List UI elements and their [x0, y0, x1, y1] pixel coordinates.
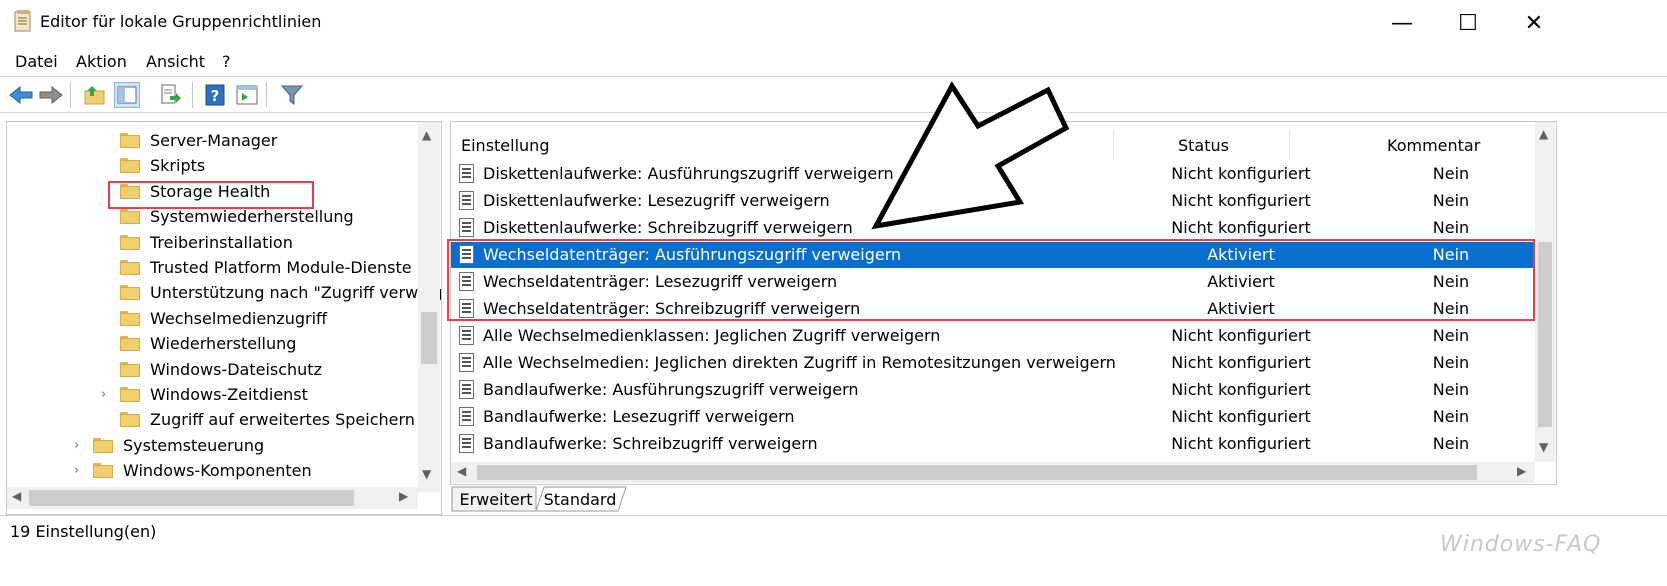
- help-icon[interactable]: ?: [202, 82, 228, 108]
- chevron-right-icon[interactable]: ›: [74, 463, 79, 478]
- view-tabs: Erweitert Standard: [450, 486, 1555, 512]
- policy-setting-icon: [459, 434, 474, 453]
- tree-vertical-scroll-thumb[interactable]: [421, 312, 437, 364]
- tree-item[interactable]: Zugriff auf erweitertes Speichern: [120, 407, 415, 431]
- annotation-arrow-icon: [871, 81, 1070, 230]
- menu-divider: [0, 76, 1667, 77]
- scroll-left-icon[interactable]: ◀: [12, 489, 21, 503]
- app-icon: [14, 10, 31, 32]
- folder-icon: [120, 386, 140, 402]
- scroll-right-icon[interactable]: ▶: [1517, 464, 1526, 478]
- list-vertical-scroll-thumb[interactable]: [1538, 242, 1552, 427]
- column-header-setting[interactable]: Einstellung: [461, 136, 549, 155]
- tree-item[interactable]: Trusted Platform Module-Dienste: [120, 255, 412, 279]
- folder-icon: [120, 259, 140, 275]
- tree-item[interactable]: Windows-Dateischutz: [120, 357, 322, 381]
- folder-icon: [120, 132, 140, 148]
- back-arrow-icon[interactable]: [8, 82, 34, 108]
- close-button[interactable]: ✕: [1499, 0, 1569, 46]
- tree-item[interactable]: Systemsteuerung: [93, 433, 264, 457]
- tree-item[interactable]: Windows-Komponenten: [93, 458, 312, 482]
- tab-erweitert[interactable]: Erweitert: [456, 486, 536, 512]
- toolbar-divider: [70, 82, 71, 108]
- selection-highlight-box: [447, 239, 1535, 321]
- folder-icon: [120, 361, 140, 377]
- policy-setting-icon: [459, 380, 474, 399]
- tab-standard[interactable]: Standard: [540, 486, 620, 512]
- tree-vertical-scrollbar[interactable]: [418, 122, 440, 492]
- up-folder-icon[interactable]: [82, 82, 108, 108]
- table-row[interactable]: Bandlaufwerke: Lesezugriff verweigern Nic…: [451, 404, 1535, 430]
- window-title: Editor für lokale Gruppenrichtlinien: [40, 12, 322, 31]
- selection-highlight-box: [108, 181, 314, 209]
- folder-icon: [120, 234, 140, 250]
- table-row[interactable]: Alle Wechselmedien: Jeglichen direkten Z…: [451, 350, 1535, 376]
- forward-arrow-icon[interactable]: [38, 82, 64, 108]
- policy-setting-icon: [459, 164, 474, 183]
- menu-datei[interactable]: Datei: [15, 52, 58, 71]
- table-row[interactable]: Bandlaufwerke: Schreibzugriff verweigern…: [451, 431, 1535, 457]
- folder-icon: [120, 335, 140, 351]
- maximize-button[interactable]: ☐: [1433, 0, 1503, 46]
- show-hide-tree-icon[interactable]: [114, 82, 140, 108]
- column-header-status[interactable]: Status: [1178, 136, 1229, 155]
- table-row[interactable]: Bandlaufwerke: Ausführungszugriff verwei…: [451, 377, 1535, 403]
- menu-ansicht[interactable]: Ansicht: [146, 52, 205, 71]
- scroll-up-icon[interactable]: ▲: [422, 128, 431, 142]
- scroll-right-icon[interactable]: ▶: [399, 489, 408, 503]
- status-divider: [0, 515, 1667, 516]
- scroll-down-icon[interactable]: ▼: [1539, 440, 1548, 454]
- chevron-right-icon[interactable]: ›: [74, 438, 79, 453]
- extended-view-icon[interactable]: [234, 82, 260, 108]
- toolbar-divider: [266, 82, 267, 108]
- scroll-down-icon[interactable]: ▼: [422, 467, 431, 481]
- tree-item[interactable]: Server-Manager: [120, 128, 277, 152]
- tree-item[interactable]: Wiederherstellung: [120, 331, 296, 355]
- tree-item[interactable]: Treiberinstallation: [120, 230, 293, 254]
- tree-horizontal-scroll-thumb[interactable]: [29, 490, 354, 506]
- minimize-button[interactable]: —: [1367, 0, 1437, 46]
- folder-icon: [120, 208, 140, 224]
- tree-item[interactable]: Skripts: [120, 153, 205, 177]
- list-horizontal-scroll-thumb[interactable]: [477, 465, 1477, 480]
- export-list-icon[interactable]: [158, 82, 184, 108]
- toolbar-bottom-divider: [0, 112, 1667, 113]
- tree-item[interactable]: Windows-Zeitdienst: [120, 382, 308, 406]
- column-divider[interactable]: [1113, 130, 1114, 160]
- table-row[interactable]: Alle Wechselmedienklassen: Jeglichen Zug…: [451, 323, 1535, 349]
- folder-icon: [120, 284, 140, 300]
- watermark: Windows-FAQ: [1440, 532, 1602, 557]
- chevron-right-icon[interactable]: ›: [101, 387, 106, 402]
- folder-icon: [93, 462, 113, 478]
- folder-icon: [120, 310, 140, 326]
- policy-setting-icon: [459, 191, 474, 210]
- column-divider[interactable]: [1289, 130, 1290, 160]
- svg-text:?: ?: [211, 87, 220, 105]
- policy-setting-icon: [459, 218, 474, 237]
- menu-help[interactable]: ?: [222, 52, 231, 71]
- policy-setting-icon: [459, 326, 474, 345]
- scroll-left-icon[interactable]: ◀: [457, 464, 466, 478]
- menu-aktion[interactable]: Aktion: [76, 52, 127, 71]
- filter-icon[interactable]: [279, 82, 305, 108]
- policy-setting-icon: [459, 407, 474, 426]
- scroll-up-icon[interactable]: ▲: [1539, 127, 1548, 141]
- folder-icon: [120, 157, 140, 173]
- tree-item-selected[interactable]: Wechselmedienzugriff: [120, 306, 327, 330]
- policy-setting-icon: [459, 353, 474, 372]
- menu-bar: [0, 46, 1667, 76]
- status-text: 19 Einstellung(en): [10, 522, 157, 541]
- toolbar-divider: [192, 82, 193, 108]
- folder-icon: [120, 411, 140, 427]
- folder-icon: [93, 437, 113, 453]
- tree-item[interactable]: Unterstützung nach "Zugriff verweig: [120, 280, 441, 304]
- column-header-comment[interactable]: Kommentar: [1387, 136, 1480, 155]
